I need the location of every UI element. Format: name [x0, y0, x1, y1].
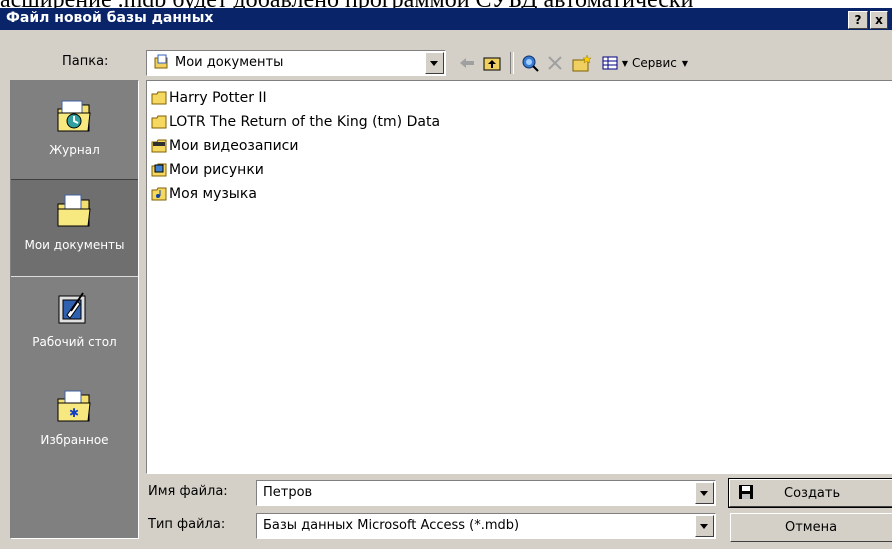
filetype-value: Базы данных Microsoft Access (*.mdb): [263, 518, 520, 533]
views-button[interactable]: ▼: [598, 50, 632, 76]
filename-dropdown-button[interactable]: [695, 482, 714, 504]
filetype-select[interactable]: Базы данных Microsoft Access (*.mdb): [256, 513, 716, 539]
back-arrow-icon: [460, 58, 474, 68]
place-desktop[interactable]: Рабочий стол: [11, 277, 138, 373]
list-item[interactable]: Мои видеозаписи: [151, 135, 298, 157]
my-documents-icon: [57, 194, 91, 227]
service-menu-button[interactable]: Сервис ▼: [632, 50, 708, 76]
delete-icon: [548, 56, 562, 70]
title-bar: Файл новой базы данных ? x: [0, 8, 892, 30]
list-item[interactable]: Моя музыка: [151, 183, 257, 205]
list-item[interactable]: Мои рисунки: [151, 159, 264, 181]
up-folder-button[interactable]: [480, 50, 504, 76]
filename-input[interactable]: Петров: [256, 480, 716, 506]
create-button-label: Создать: [784, 486, 841, 501]
views-icon: [602, 56, 618, 70]
filetype-dropdown-button[interactable]: [695, 515, 714, 537]
music-folder-icon: [151, 187, 167, 201]
create-button[interactable]: Создать: [728, 478, 892, 508]
places-bar: Журнал Мои документы Рабочий стол ✱ Избр…: [10, 80, 139, 539]
toolbar-separator: [510, 52, 514, 74]
background-document-text: асширение .mdb будет добавлено программо…: [0, 0, 892, 8]
folder-dropdown-button[interactable]: [425, 52, 444, 74]
search-web-button[interactable]: [518, 50, 542, 76]
favorites-icon: ✱: [57, 390, 91, 422]
folder-select[interactable]: Мои документы: [146, 50, 446, 76]
cancel-button[interactable]: Отмена: [730, 513, 892, 542]
filename-label: Имя файла:: [148, 484, 228, 499]
save-disk-icon: [739, 485, 753, 499]
service-label: Сервис: [632, 56, 677, 70]
service-dropdown-arrow-icon: ▼: [681, 58, 689, 68]
list-item[interactable]: Harry Potter II: [151, 87, 267, 109]
place-history-label: Журнал: [49, 143, 100, 157]
search-web-icon: [522, 55, 539, 72]
views-dropdown-arrow-icon: ▼: [621, 58, 629, 68]
place-favorites-label: Избранное: [40, 433, 109, 447]
place-favorites[interactable]: ✱ Избранное: [11, 375, 138, 471]
new-folder-icon: [572, 54, 592, 72]
cancel-button-label: Отмена: [785, 520, 838, 535]
pictures-folder-icon: [151, 163, 167, 177]
help-button[interactable]: ?: [848, 11, 868, 29]
window-title: Файл новой базы данных: [6, 10, 214, 26]
new-folder-button[interactable]: [570, 50, 594, 76]
back-button[interactable]: [456, 50, 478, 76]
folder-icon: [151, 115, 167, 129]
close-button[interactable]: x: [870, 11, 888, 29]
file-list: Harry Potter II LOTR The Return of the K…: [146, 80, 892, 474]
video-folder-icon: [151, 139, 167, 153]
folder-value: Мои документы: [175, 55, 284, 70]
list-item[interactable]: LOTR The Return of the King (tm) Data: [151, 111, 440, 133]
my-documents-small-icon: [154, 54, 168, 69]
filename-value: Петров: [263, 485, 313, 500]
desktop-icon: [58, 292, 86, 324]
up-folder-icon: [483, 57, 501, 71]
delete-button[interactable]: [544, 50, 566, 76]
filetype-label: Тип файла:: [148, 517, 226, 532]
place-my-documents[interactable]: Мои документы: [11, 179, 138, 277]
folder-label: Папка:: [62, 54, 109, 69]
place-desktop-label: Рабочий стол: [32, 335, 117, 349]
history-icon: [57, 100, 91, 132]
place-history[interactable]: Журнал: [11, 85, 138, 181]
place-my-documents-label: Мои документы: [24, 238, 125, 252]
folder-icon: [151, 91, 167, 105]
svg-text:✱: ✱: [69, 406, 79, 420]
